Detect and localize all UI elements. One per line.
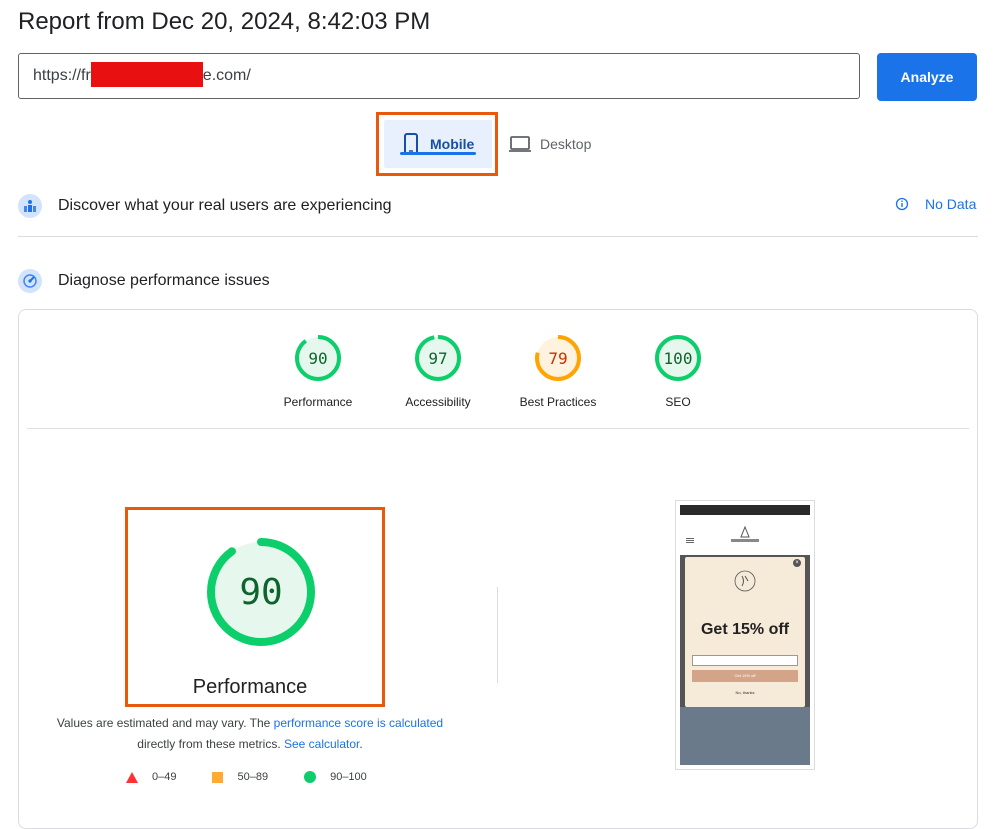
legend-average-range: 50–89 (237, 771, 269, 783)
performance-score: 90 (239, 571, 283, 613)
note-end: . (359, 737, 363, 751)
score-value-accessibility: 97 (428, 348, 448, 368)
field-data-title: Discover what your real users are experi… (58, 197, 392, 214)
product-image (680, 707, 810, 765)
red-triangle-icon (126, 771, 138, 783)
divider (18, 236, 978, 237)
laptop-icon (509, 136, 531, 152)
score-value-performance: 90 (308, 348, 328, 368)
score-label-best-practices: Best Practices (519, 395, 597, 409)
note-text-1: Values are estimated and may vary. The (56, 716, 274, 730)
tab-desktop[interactable]: Desktop (508, 128, 591, 160)
note-text-2: directly from these metrics. (137, 737, 284, 751)
see-calculator-link[interactable]: See calculator (284, 737, 359, 751)
store-logo-icon (731, 525, 759, 542)
info-icon (895, 197, 909, 211)
legend-fail-range: 0–49 (152, 771, 177, 783)
close-icon: × (793, 559, 801, 567)
analyze-button[interactable]: Analyze (877, 53, 977, 101)
menu-icon (686, 538, 694, 539)
performance-score-link[interactable]: performance score is calculated (274, 716, 443, 730)
lab-data-title: Diagnose performance issues (58, 272, 270, 289)
report-title: Report from Dec 20, 2024, 8:42:03 PM (18, 8, 431, 35)
divider (27, 428, 969, 429)
users-icon (18, 194, 42, 218)
tab-mobile[interactable]: Mobile (384, 120, 492, 168)
store-header (680, 515, 810, 555)
final-screenshot[interactable]: × Get 15% off Get 15% off No, thanks (675, 500, 815, 770)
redaction-box (90, 62, 203, 88)
popup-headline: Get 15% off (700, 621, 789, 638)
url-suffix: e.com/ (202, 67, 251, 84)
no-data-link[interactable]: No Data (895, 196, 976, 212)
popup-logo-icon (734, 570, 756, 592)
performance-label: Performance (192, 676, 308, 698)
green-circle-icon (304, 771, 317, 783)
score-legend: 0–49 50–89 90–100 (126, 771, 403, 783)
tab-selected-indicator (400, 152, 476, 155)
legend-pass: 90–100 (304, 771, 367, 783)
tab-mobile-label: Mobile (430, 136, 475, 152)
gauge-icon (18, 269, 42, 293)
legend-average: 50–89 (212, 771, 268, 783)
score-label-accessibility: Accessibility (405, 395, 471, 409)
score-value-best-practices: 79 (548, 348, 568, 368)
popup-email-field (692, 655, 798, 666)
vertical-divider (497, 587, 498, 683)
legend-pass-range: 90–100 (330, 771, 367, 783)
score-label-seo: SEO (665, 395, 691, 409)
no-data-label: No Data (925, 196, 977, 212)
url-prefix: https://fr (33, 67, 91, 84)
score-label-performance: Performance (283, 395, 353, 409)
screenshot-screen: × Get 15% off Get 15% off No, thanks (680, 505, 810, 765)
tab-desktop-label: Desktop (540, 136, 592, 152)
score-value-seo: 100 (663, 348, 693, 368)
popup-decline: No, thanks (735, 690, 755, 695)
score-note: Values are estimated and may vary. The p… (40, 713, 460, 755)
popup-cta-button: Get 15% off (692, 670, 798, 682)
announcement-bar (680, 505, 810, 515)
url-input[interactable]: https://fr e.com/ (18, 53, 860, 99)
legend-fail: 0–49 (126, 771, 176, 783)
discount-popup: × Get 15% off Get 15% off No, thanks (685, 557, 805, 707)
orange-square-icon (212, 771, 224, 783)
